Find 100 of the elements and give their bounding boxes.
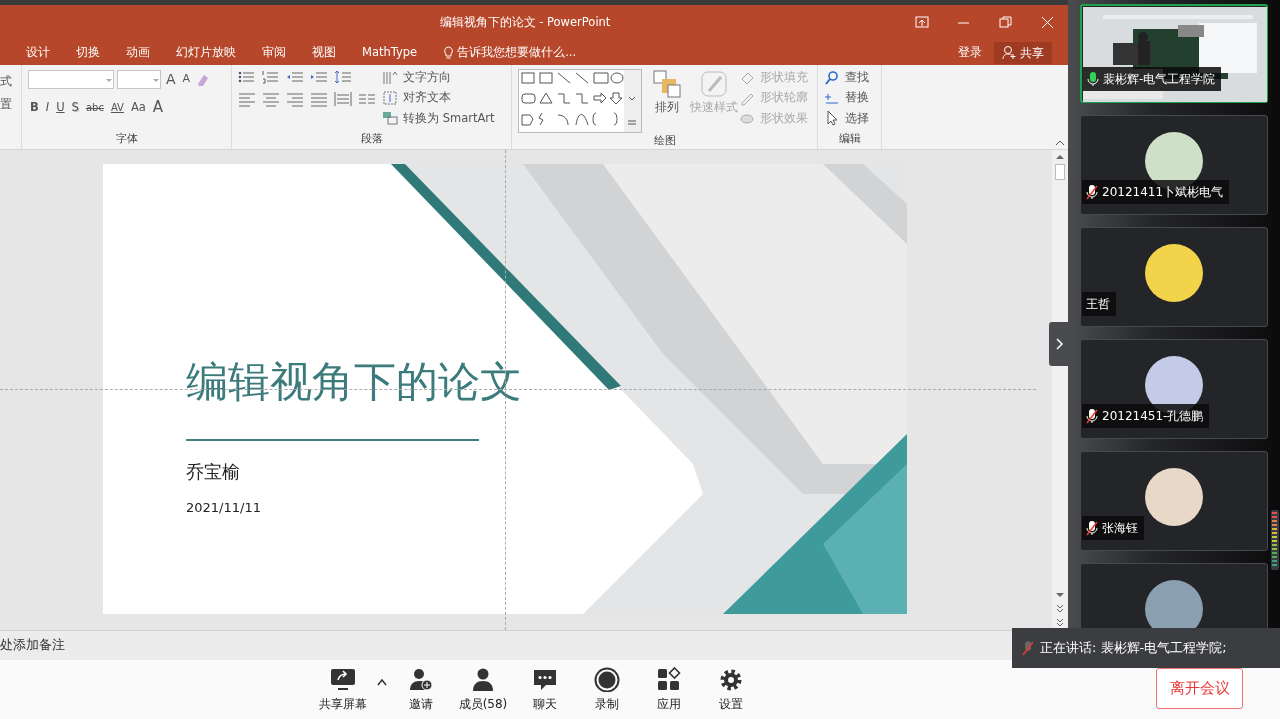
add-person-icon	[407, 666, 435, 692]
participant-name: 王哲	[1086, 296, 1110, 313]
muted-microphone-icon	[1086, 520, 1098, 536]
collapse-ribbon-icon[interactable]	[1055, 138, 1065, 146]
ribbon-command[interactable]: 选择	[843, 109, 871, 127]
align-right-icon[interactable]	[286, 91, 304, 107]
participant-tile[interactable]: 20121411卜斌彬电气	[1080, 115, 1268, 215]
slide-date: 2021/11/11	[186, 499, 261, 517]
participant-tile[interactable]: 20121451-孔德鹏	[1080, 339, 1268, 439]
audio-meter-drawing	[1271, 510, 1279, 570]
bullet-list-icon[interactable]	[238, 69, 256, 85]
ribbon-command[interactable]: 转换为 SmartArt	[401, 109, 497, 127]
align-center-icon[interactable]	[262, 91, 280, 107]
ribbon-command[interactable]: 查找	[843, 69, 871, 87]
ribbon-tab[interactable]: MathType	[362, 43, 418, 62]
record-icon	[593, 666, 621, 692]
ribbon-tab[interactable]: 幻灯片放映	[176, 43, 236, 62]
shapes-gallery[interactable]	[518, 69, 642, 133]
numbered-list-icon[interactable]	[262, 69, 280, 85]
scrollbar-thumb[interactable]	[1055, 164, 1065, 180]
leave-meeting-button[interactable]: 离开会议	[1156, 668, 1243, 709]
participant-tile[interactable]: 裴彬辉-电气工程学院	[1080, 4, 1268, 103]
line-spacing-icon[interactable]	[334, 69, 352, 85]
columns-icon[interactable]	[358, 91, 376, 107]
window-title: 编辑视角下的论文 - PowerPoint	[439, 14, 611, 29]
participant-name: 20121451-孔德鹏	[1102, 408, 1204, 425]
toolbar-button[interactable]: 应用	[641, 666, 697, 713]
search-icon	[824, 69, 840, 86]
group-label: 段落	[359, 131, 384, 147]
participant-name: 20121411卜斌彬电气	[1102, 184, 1224, 201]
ribbon-tab[interactable]: 设计	[26, 43, 50, 62]
close-icon[interactable]	[1039, 15, 1055, 30]
avatar	[1145, 468, 1203, 526]
align-left-icon[interactable]	[238, 91, 256, 107]
ribbon-command[interactable]: 对齐文本	[401, 89, 453, 107]
distributed-icon[interactable]	[334, 91, 352, 107]
restore-icon[interactable]	[997, 15, 1013, 30]
participant-tile[interactable]: 张海钰	[1080, 451, 1268, 551]
screen-share-icon	[329, 666, 357, 692]
slide-author: 乔宝榆	[186, 460, 240, 484]
person-plus-icon	[1002, 45, 1017, 60]
sign-in-link[interactable]: 登录	[958, 43, 982, 62]
vertical-scrollbar[interactable]	[1052, 150, 1068, 630]
toolbar-button[interactable]: 共享屏幕	[315, 666, 371, 713]
slide-title: 编辑视角下的论文	[186, 356, 522, 408]
text-shadow-button[interactable]: S	[69, 98, 81, 116]
caret-up-icon[interactable]	[377, 677, 387, 686]
decrease-indent-icon[interactable]	[286, 69, 304, 85]
shrink-font-button[interactable]: A	[180, 71, 193, 88]
avatar	[1145, 244, 1203, 302]
ribbon-label[interactable]: 式	[0, 73, 21, 91]
align-text-icon	[382, 89, 398, 106]
group-label: 编辑	[837, 131, 862, 147]
font-name-field[interactable]	[28, 70, 114, 89]
chevron-right-icon	[1055, 338, 1064, 350]
participant-name: 张海钰	[1102, 520, 1138, 537]
tell-me-search[interactable]: 告诉我您想要做什么...	[457, 43, 577, 62]
notes-placeholder[interactable]: 处添加备注	[0, 636, 65, 655]
toolbar-button[interactable]: 设置	[703, 666, 759, 713]
smartart-icon	[382, 110, 398, 127]
justify-icon[interactable]	[310, 91, 328, 107]
toolbar-button[interactable]: 成员(58)	[455, 666, 511, 713]
strikethrough-button[interactable]: abc	[83, 99, 106, 115]
participant-tile[interactable]: 王哲	[1080, 227, 1268, 327]
font-size-field[interactable]	[117, 70, 161, 89]
ribbon-display-icon[interactable]	[913, 15, 929, 30]
microphone-icon	[1087, 71, 1099, 87]
bold-button[interactable]: B	[28, 98, 41, 116]
pointer-icon	[824, 110, 840, 127]
toolbar-button[interactable]: 聊天	[517, 666, 573, 713]
ribbon-tab[interactable]: 切换	[76, 43, 100, 62]
collapse-panel-button[interactable]	[1049, 322, 1070, 366]
apps-icon	[655, 666, 683, 692]
muted-microphone-icon	[1086, 408, 1098, 424]
ribbon-command[interactable]: 排列	[653, 99, 681, 117]
grow-font-button[interactable]: A	[164, 69, 178, 90]
character-spacing-button[interactable]: AV	[108, 99, 126, 115]
muted-microphone-icon	[1086, 184, 1098, 200]
change-case-button[interactable]: Aa	[128, 98, 148, 116]
ribbon-tab[interactable]: 视图	[312, 43, 336, 62]
toolbar-button[interactable]: 录制	[579, 666, 635, 713]
increase-indent-icon[interactable]	[310, 69, 328, 85]
ribbon-command[interactable]: 文字方向	[401, 69, 453, 87]
lightbulb-icon	[443, 46, 455, 59]
arrange-icon	[652, 69, 682, 99]
text-direction-icon	[382, 69, 398, 86]
font-color-button[interactable]: A	[150, 96, 166, 119]
ribbon-label[interactable]: 置	[0, 96, 21, 114]
participant-name: 裴彬辉-电气工程学院	[1103, 71, 1216, 88]
toolbar-button[interactable]: 邀请	[393, 666, 449, 713]
ribbon-tab[interactable]: 审阅	[262, 43, 286, 62]
group-label: 字体	[114, 131, 139, 147]
quick-styles-icon	[699, 69, 729, 99]
share-button[interactable]: 共享	[994, 41, 1052, 64]
ribbon-command[interactable]: 替换	[843, 89, 871, 107]
underline-button[interactable]: U	[54, 98, 67, 116]
muted-microphone-icon	[1022, 640, 1034, 656]
speaking-text: 正在讲话: 裴彬辉-电气工程学院;	[1040, 639, 1227, 658]
italic-button[interactable]: I	[43, 98, 52, 116]
ribbon-tab[interactable]: 动画	[126, 43, 150, 62]
